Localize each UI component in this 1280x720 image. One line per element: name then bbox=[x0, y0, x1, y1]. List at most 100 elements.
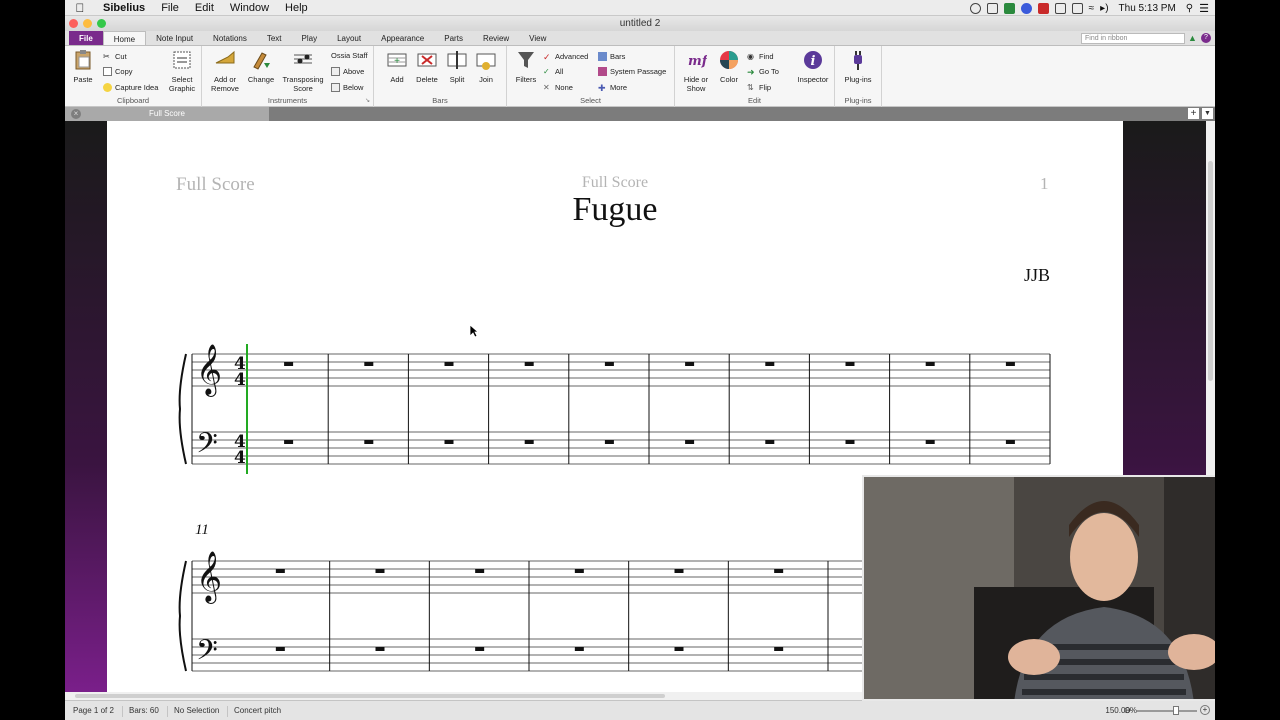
system-1-bass-whole-rest[interactable] bbox=[1005, 440, 1015, 444]
zoom-slider-knob[interactable] bbox=[1173, 706, 1179, 715]
system-1-treble-whole-rest[interactable] bbox=[364, 362, 374, 366]
dialog-launcher-icon[interactable]: ↘ bbox=[365, 97, 370, 104]
sync-icon[interactable] bbox=[969, 2, 981, 14]
app-status-icon[interactable] bbox=[1037, 2, 1049, 14]
system-2-treble-whole-rest[interactable] bbox=[275, 569, 285, 573]
collapse-ribbon-icon[interactable]: ▲ bbox=[1188, 33, 1198, 43]
close-tab-icon[interactable]: × bbox=[71, 109, 81, 119]
tab-play[interactable]: Play bbox=[292, 31, 328, 45]
tab-layout[interactable]: Layout bbox=[327, 31, 371, 45]
menu-file[interactable]: File bbox=[153, 2, 187, 14]
cut-button[interactable]: ✂ Cut bbox=[103, 50, 127, 62]
system-2-bass-whole-rest[interactable] bbox=[774, 647, 784, 651]
select-system-passage-button[interactable]: System Passage bbox=[598, 65, 666, 77]
tab-notations[interactable]: Notations bbox=[203, 31, 257, 45]
tab-parts[interactable]: Parts bbox=[434, 31, 473, 45]
system-1-treble-whole-rest[interactable] bbox=[444, 362, 454, 366]
split-bar-button[interactable]: Split bbox=[445, 49, 469, 84]
system-1-treble-whole-rest[interactable] bbox=[765, 362, 775, 366]
system-2-bass-whole-rest[interactable] bbox=[574, 647, 584, 651]
filters-button[interactable]: Filters bbox=[513, 49, 539, 84]
screen-record-icon[interactable] bbox=[986, 2, 998, 14]
evernote-icon[interactable] bbox=[1003, 2, 1015, 14]
tab-menu-button[interactable]: ▼ bbox=[1202, 108, 1213, 119]
system-2-treble-whole-rest[interactable] bbox=[375, 569, 385, 573]
ossia-below-button[interactable]: Below bbox=[331, 81, 363, 93]
system-1-bass-whole-rest[interactable] bbox=[845, 440, 855, 444]
system-2-treble-whole-rest[interactable] bbox=[674, 569, 684, 573]
go-to-button[interactable]: ➜ Go To bbox=[747, 65, 779, 77]
help-icon[interactable]: ? bbox=[1201, 33, 1211, 43]
plugins-button[interactable]: Plug-ins bbox=[841, 49, 875, 84]
select-none-button[interactable]: ✕ None bbox=[543, 81, 573, 93]
wifi-icon[interactable]: ≈ bbox=[1089, 3, 1095, 14]
system-1-treble-whole-rest[interactable] bbox=[685, 362, 695, 366]
system-1-bass-whole-rest[interactable] bbox=[925, 440, 935, 444]
ossia-above-button[interactable]: Above bbox=[331, 65, 364, 77]
menu-window[interactable]: Window bbox=[222, 2, 277, 14]
close-window-button[interactable] bbox=[69, 19, 78, 28]
select-bars-button[interactable]: Bars bbox=[598, 50, 625, 62]
system-2-treble-whole-rest[interactable] bbox=[574, 569, 584, 573]
add-bar-button[interactable]: + Add bbox=[386, 49, 408, 84]
join-bar-button[interactable]: Join bbox=[474, 49, 498, 84]
select-graphic-button[interactable]: Select Graphic bbox=[166, 49, 198, 93]
spotlight-search-icon[interactable]: ⚲ bbox=[1186, 3, 1193, 14]
status-concert-pitch[interactable]: Concert pitch bbox=[227, 706, 281, 717]
system-1-treble-whole-rest[interactable] bbox=[284, 362, 294, 366]
paste-button[interactable]: Paste bbox=[72, 49, 94, 84]
tab-text[interactable]: Text bbox=[257, 31, 292, 45]
new-tab-button[interactable]: + bbox=[1188, 108, 1199, 119]
system-1-bass-whole-rest[interactable] bbox=[284, 440, 294, 444]
select-more-button[interactable]: ✚ More bbox=[598, 81, 627, 93]
zoom-slider[interactable] bbox=[1137, 710, 1197, 712]
menu-app-name[interactable]: Sibelius bbox=[95, 2, 153, 14]
system-1-bass-whole-rest[interactable] bbox=[524, 440, 534, 444]
menubar-clock[interactable]: Thu 5:13 PM bbox=[1115, 3, 1180, 14]
zoom-window-button[interactable] bbox=[97, 19, 106, 28]
menu-edit[interactable]: Edit bbox=[187, 2, 222, 14]
tab-home[interactable]: Home bbox=[102, 31, 147, 45]
find-in-ribbon-input[interactable]: Find in ribbon bbox=[1081, 33, 1185, 44]
tab-appearance[interactable]: Appearance bbox=[371, 31, 434, 45]
minimize-window-button[interactable] bbox=[83, 19, 92, 28]
volume-icon[interactable]: ▸) bbox=[1100, 3, 1108, 14]
change-instrument-button[interactable]: Change bbox=[246, 49, 276, 84]
system-2-bass-whole-rest[interactable] bbox=[275, 647, 285, 651]
zoom-level[interactable]: 150.00% bbox=[1105, 706, 1137, 715]
delete-bar-button[interactable]: Delete bbox=[414, 49, 440, 84]
system-2-bass-whole-rest[interactable] bbox=[674, 647, 684, 651]
zoom-in-icon[interactable]: + bbox=[1200, 705, 1210, 715]
add-or-remove-button[interactable]: Add or Remove bbox=[210, 49, 240, 93]
apple-icon[interactable]:  bbox=[65, 1, 95, 15]
dropbox-icon[interactable] bbox=[1020, 2, 1032, 14]
system-1-treble-whole-rest[interactable] bbox=[925, 362, 935, 366]
flip-button[interactable]: ⇅ Flip bbox=[747, 81, 771, 93]
inspector-button[interactable]: i Inspector bbox=[795, 49, 831, 84]
system-1-bass-whole-rest[interactable] bbox=[364, 440, 374, 444]
select-all-button[interactable]: ✓ All bbox=[543, 65, 563, 77]
capture-idea-button[interactable]: Capture Idea bbox=[103, 81, 158, 93]
system-2-bass-whole-rest[interactable] bbox=[375, 647, 385, 651]
system-1-treble-whole-rest[interactable] bbox=[1005, 362, 1015, 366]
color-button[interactable]: Color bbox=[715, 49, 743, 84]
tab-file[interactable]: File bbox=[69, 31, 103, 45]
document-tab-full-score[interactable]: × Full Score bbox=[65, 107, 269, 121]
system-1-bass-whole-rest[interactable] bbox=[765, 440, 775, 444]
transposing-score-button[interactable]: Transposing Score bbox=[280, 49, 326, 93]
find-button[interactable]: ◉ Find bbox=[747, 50, 774, 62]
copy-button[interactable]: Copy bbox=[103, 65, 133, 77]
hide-or-show-button[interactable]: mf Hide or Show bbox=[681, 49, 711, 93]
select-advanced-button[interactable]: ✓ Advanced bbox=[543, 50, 588, 62]
vertical-scroll-thumb[interactable] bbox=[1208, 161, 1213, 381]
system-1-bass-whole-rest[interactable] bbox=[685, 440, 695, 444]
system-2-treble-whole-rest[interactable] bbox=[774, 569, 784, 573]
horizontal-scroll-thumb[interactable] bbox=[75, 694, 665, 698]
system-1-treble-whole-rest[interactable] bbox=[845, 362, 855, 366]
tab-review[interactable]: Review bbox=[473, 31, 519, 45]
tab-note-input[interactable]: Note Input bbox=[146, 31, 203, 45]
menu-help[interactable]: Help bbox=[277, 2, 316, 14]
system-1-treble-whole-rest[interactable] bbox=[604, 362, 614, 366]
tab-view[interactable]: View bbox=[519, 31, 556, 45]
system-2-bass-whole-rest[interactable] bbox=[475, 647, 485, 651]
